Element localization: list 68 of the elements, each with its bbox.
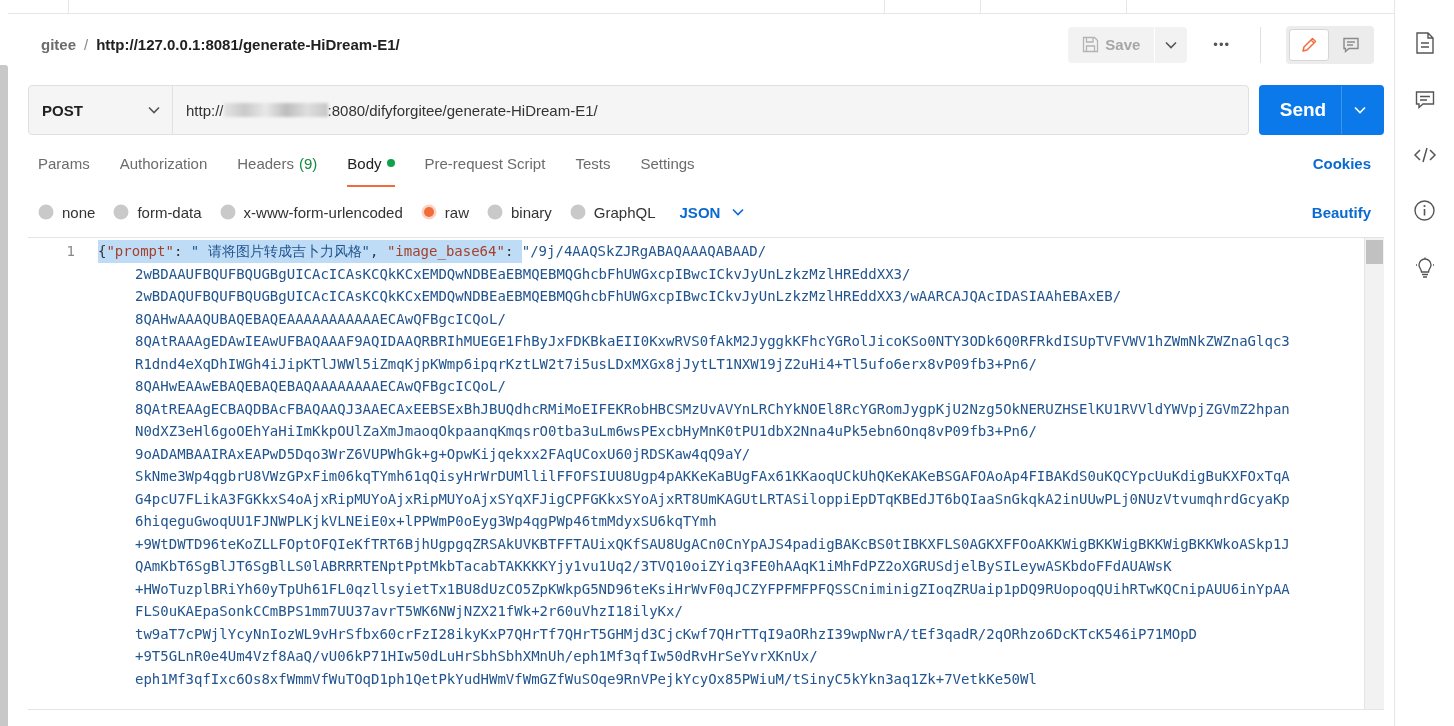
- line-number: 1: [65, 242, 76, 261]
- send-button[interactable]: Send: [1259, 85, 1384, 135]
- radio-label[interactable]: form-data: [137, 203, 202, 221]
- tab[interactable]: Headers (9): [237, 139, 318, 187]
- radio-label[interactable]: binary: [510, 203, 552, 221]
- beautify-link[interactable]: Beautify: [1311, 203, 1371, 221]
- code-line: eph1Mf3qfIxc6Os8xfWmmVfWuTOqD1ph1QetPkYudHWmVfWmGZfWuSOqe9RnVPejkYcyOx85PWiuM/tSinyC5kYkn3aq1Zk+7VetkKe50Wl: [134, 669, 1038, 689]
- header-count: (9): [298, 154, 318, 172]
- breadcrumb-separator: /: [84, 36, 89, 53]
- caret-icon: [732, 208, 745, 216]
- radio-button[interactable]: [486, 204, 503, 220]
- comment-icon[interactable]: [1414, 90, 1435, 110]
- collection-name[interactable]: gitee: [41, 36, 76, 53]
- code-icon[interactable]: [1412, 146, 1437, 164]
- code-line: tw9aT7cPWjlYcyNnIozWL9vHrSfbx60crFzI28ikyKxP7QHrTf7QHrT5GHMjd3CjcKwf7QHrTTqI9aORhzI39wpNwrA/tEf3qadR/2qORhzo6DcKTcK546iP71MOpD: [134, 624, 1199, 644]
- code-token: "image_base64": [386, 240, 505, 263]
- code-line: 2wBDAQUFBQUFBQUGBgUICAcICAsKCQkKCxEMDQwNDBEaEBMQEBMQGhcbFhUWGxcpIBwcICkvJyUnLzkzMzlHREddXX3/wAARCAJQAcIDASIAAhEBAxEB/: [134, 287, 1123, 306]
- tab[interactable]: Pre-request Script: [424, 139, 546, 187]
- radio-button[interactable]: [38, 204, 54, 220]
- tab[interactable]: Settings: [640, 139, 695, 187]
- code-line: 8QAtREAAgECBAQDBAcFBAQAAQJ3AAECAxEEBSExBhJBUQdhcRMiMoEIFEKRobHBCSMzUvAVYnLRChYkNOEl8RcYGRomJygpKjU2Nzg5OkNERUZHSElKU1RVVldYWVpjZGVmZ2hpan: [134, 399, 1291, 419]
- code-line: R1dnd4eXqDhIWGh4iJipKTlJWWl5iZmqKjpKWmp6ipqrKztLW2t7i5usLDxMXGx8jJytLT1NXW19jZ2uHi4+Tl5ufo6erx8vP09fb3+Pn6/: [134, 354, 1038, 374]
- info-icon[interactable]: [1414, 200, 1435, 221]
- mode-toggle[interactable]: [1289, 28, 1329, 61]
- code-token: ,: [370, 240, 387, 263]
- radio-button[interactable]: [219, 204, 236, 220]
- tab[interactable]: Authorization: [119, 139, 208, 187]
- pencil-icon: [1300, 35, 1318, 54]
- scrollbar[interactable]: [1364, 238, 1384, 709]
- radio-label[interactable]: x-www-form-urlencoded: [243, 203, 403, 221]
- tab[interactable]: Tests: [575, 139, 611, 187]
- document-icon[interactable]: [1415, 32, 1434, 54]
- more-options-button[interactable]: •••: [1213, 37, 1230, 52]
- code-line: G4pcU7FLikA3FGKkxS4oAjxRipMUYoAjxRipMUYoAjxSYqXFJigCPFGKkxSYoAjxRT8UmKAGUtLRTASiloppiEpDTqKBEdJT6bQIaaSnGkqkA2inUUwPLj0NUzVtvumqhrdGcyaKp: [134, 489, 1291, 509]
- code-token: "/9j/4AAQSkZJRgABAQAAAQABAAD/: [521, 242, 767, 261]
- code-line: +HWoTuzplBRiYh60yTpUh61FL0qzllsyietTx1BU8dUzCO5ZpKWkpG5ND96teKsiHrWvF0qJCZYFPFMFPFQSSCniminigZIoqZRUaip1pDQ9RUopoqQUihRTwKQCnipAUU6inYpAA: [134, 579, 1291, 599]
- radio-label[interactable]: raw: [444, 203, 469, 221]
- code-line: +9WtDWTD96teKoZLLFOptOFQIeKfTRT6BjhUgpgqZRSAkUVKBTFFTAUixQKfSAU8UgACn0CnYpAJS4padigBAKcBS0tIBKXFLS0AGKXFFOoAKKWigBKKWigBKKWigBKKWkoASkp1J: [134, 534, 1291, 554]
- request-name[interactable]: http://127.0.0.1:8081/generate-HiDream-E1/: [96, 36, 400, 53]
- code-line: 2wBDAAUFBQUFBQUGBgUICAcICAsKCQkKCxEMDQwNDBEaEBMQEBMQGhcbFhUWGxcpIBwcICkvJyUnLzkzMzlHREddXX3/: [134, 264, 912, 284]
- code-line: FLS0uKAEpaSonkCCmBPS1mm7UU37avrT5WK6NWjNZX21fWk+2r60uVhzI18ilyKx/: [134, 602, 684, 621]
- lightbulb-icon[interactable]: [1413, 257, 1436, 279]
- scrollbar[interactable]: [0, 65, 8, 726]
- code-token: {: [98, 240, 107, 263]
- code-line: 9oADAMBAAIRAxEAPwD5Dqo3WrZ6VUPWhGk+g+OpwKijqekxx2FAqUCoxU60jRDSKaw4qQ9aY/: [134, 444, 752, 464]
- tab[interactable]: Params: [38, 139, 90, 187]
- comment-icon: [1342, 35, 1360, 54]
- code-token: "prompt": [106, 240, 174, 263]
- tab[interactable]: Body: [347, 139, 395, 187]
- radio-label[interactable]: none: [62, 203, 96, 221]
- format-dropdown[interactable]: JSON: [679, 203, 745, 221]
- radio-label[interactable]: GraphQL: [593, 203, 656, 221]
- caret-icon: [1354, 106, 1366, 114]
- code-line: 6hiqeguGwoqUU1FJNWPLKjkVLNEiE0x+lPPWmP0oEyg3Wp4qgPWp46tmMdyxSU6kqTYmh: [134, 512, 718, 531]
- code-line: 8QAtRAAAgEDAwIEAwUFBAQAAAF9AQIDAAQRBRIhMUEGE1FhByJxFDKBkaEII0KxwRVS0fAkM2JyggkKFhcYGRolJicoKSo0NTY3ODk6Q0RFRkdISUpTVFVWV1hZWmNkZWZnaGlqc3: [134, 332, 1291, 351]
- code-line: SkNme3Wp4qgbrU8VWzGPxFim06kqTYmh61qQisyHrWrDUMllilFFOFSIUU8Ugp4pAKKeKaBUgFAx61KKaoqUCkUhQKeKAKeBSGAFOAoAp4FIBAKdS0uKQCYpcUuKdigBuKXFOxTqA: [134, 467, 1291, 486]
- code-line: 8QAHwAAAQUBAQEBAQEAAAAAAAAAAAECAwQFBgcICQoL/: [134, 309, 507, 329]
- code-line: N0dXZ3eHl6goOEhYaHiImKkpOUlZaXmJmaoqOkpaanqKmqsrO0tba3uLm6wsPExcbHyMnK0tPU1dbX2Nna4uPk5ebn6Onq8vP09fb3+Pn6/: [134, 422, 1038, 441]
- cookies-link[interactable]: Cookies: [1312, 139, 1371, 187]
- code-line: +9T5GLnR0e4Um4Vzf8AaQ/vU06kP71HIw50dLuHrSbhSbhXMnUh/eph1Mf3qfIw50dRvHrSeYvrXKnUx/: [134, 647, 819, 666]
- radio-button[interactable]: [113, 204, 130, 220]
- code-line: 8QAHwEAAwEBAQEBAQEBAQAAAAAAAAECAwQFBgcICQoL/: [134, 377, 507, 396]
- radio-button[interactable]: [420, 204, 437, 220]
- radio-button[interactable]: [569, 204, 586, 220]
- code-line: QAmKbT6SgBlJT6SgBlLS0lABRRRTENptPptMkbTacabTAKKKKYjy1vu1Uq2/3TVQ10oiZYiq3FE0hAAqK1iMhFdPZ2oXGRUSdjelBySILeywASKbdoFFdAUAWsK: [134, 557, 1173, 576]
- code-token: " 请将图片转成吉卜力风格": [190, 240, 371, 263]
- caret-icon: [1165, 40, 1178, 49]
- save-options-button[interactable]: [1155, 26, 1188, 63]
